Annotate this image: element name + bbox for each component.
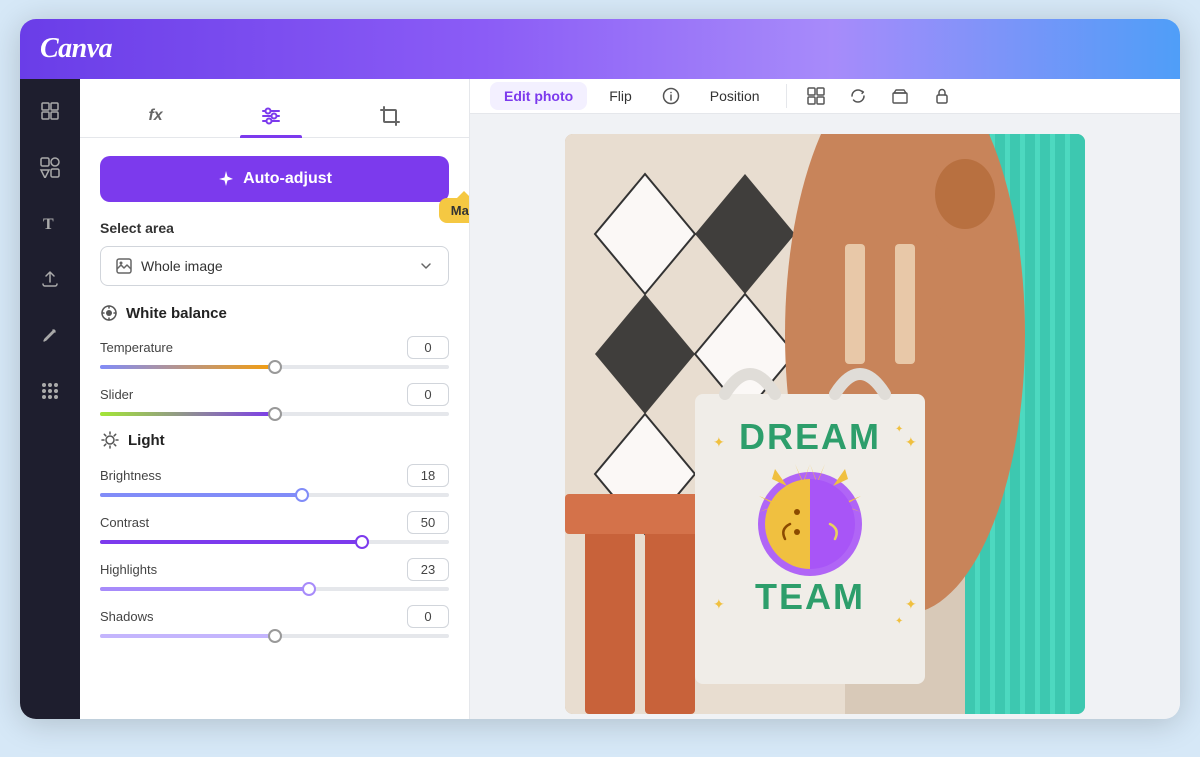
shadows-value: 0 <box>407 605 449 628</box>
temperature-track[interactable] <box>100 365 449 369</box>
lock-icon <box>933 87 951 105</box>
canva-logo: Canva <box>40 33 112 65</box>
contrast-label: Contrast <box>100 515 149 530</box>
brightness-thumb[interactable] <box>295 488 309 502</box>
svg-text:✦: ✦ <box>905 434 917 450</box>
light-section: Light Brightness 18 <box>100 430 449 638</box>
tint-label: Slider <box>100 387 133 402</box>
highlights-thumb[interactable] <box>302 582 316 596</box>
crop-tab[interactable] <box>359 95 421 137</box>
image-icon <box>115 257 133 275</box>
select-area-label: Select area <box>100 220 449 236</box>
edit-photo-button[interactable]: Edit photo <box>490 82 587 110</box>
highlights-track[interactable] <box>100 587 449 591</box>
sidebar-layout-icon[interactable] <box>32 93 68 129</box>
shadows-track[interactable] <box>100 634 449 638</box>
tint-fill <box>100 412 275 416</box>
temperature-value: 0 <box>407 336 449 359</box>
svg-text:T: T <box>43 216 54 233</box>
temperature-label: Temperature <box>100 340 173 355</box>
effects-tab[interactable]: fx <box>128 97 182 135</box>
slider-row: Slider 0 <box>100 383 449 416</box>
contrast-value: 50 <box>407 511 449 534</box>
position-button[interactable]: Position <box>696 82 774 110</box>
sidebar-apps-icon[interactable] <box>32 373 68 409</box>
grid-icon <box>807 87 825 105</box>
info-button[interactable] <box>654 79 688 113</box>
brightness-label: Brightness <box>100 468 161 483</box>
info-icon <box>662 87 680 105</box>
photo-canvas: DREAM ✦ ✦ ✦ TEAM ✦ ✦ ✦ <box>565 134 1085 714</box>
flip-button[interactable]: Flip <box>595 82 646 110</box>
style-icon <box>891 87 909 105</box>
brightness-slider-row: Brightness 18 <box>100 464 449 497</box>
grid-icon-button[interactable] <box>799 79 833 113</box>
highlights-slider-row: Highlights 23 <box>100 558 449 591</box>
sidebar-upload-icon[interactable] <box>32 261 68 297</box>
edit-panel: fx <box>80 79 470 719</box>
temperature-thumb[interactable] <box>268 360 282 374</box>
photo-container: DREAM ✦ ✦ ✦ TEAM ✦ ✦ ✦ <box>565 134 1085 714</box>
highlights-label: Highlights <box>100 562 157 577</box>
canvas-toolbar: Edit photo Flip Position <box>470 79 1180 114</box>
rotate-icon <box>849 87 867 105</box>
svg-text:DREAM: DREAM <box>739 416 881 457</box>
svg-text:TEAM: TEAM <box>755 576 865 617</box>
sidebar-elements-icon[interactable] <box>32 149 68 185</box>
rotate-button[interactable] <box>841 79 875 113</box>
brightness-fill <box>100 493 302 497</box>
sparkle-icon <box>217 170 235 188</box>
adjustments-tab[interactable] <box>240 95 302 137</box>
style-button[interactable] <box>883 79 917 113</box>
left-sidebar: T <box>20 79 80 719</box>
main-area: T <box>20 79 1180 719</box>
select-area-dropdown[interactable]: Whole image <box>100 246 449 286</box>
highlights-fill <box>100 587 309 591</box>
white-balance-heading: White balance <box>100 304 449 322</box>
auto-adjust-button[interactable]: Auto-adjust <box>100 156 449 202</box>
svg-text:✦: ✦ <box>713 434 725 450</box>
contrast-track[interactable] <box>100 540 449 544</box>
chevron-down-icon <box>418 258 434 274</box>
temperature-slider-row: Temperature 0 <box>100 336 449 369</box>
auto-adjust-wrapper: Auto-adjust Martina <box>100 156 449 202</box>
martina-tooltip: Martina <box>439 198 470 223</box>
brightness-value: 18 <box>407 464 449 487</box>
light-heading: Light <box>100 430 449 450</box>
white-balance-section: White balance Temperature 0 <box>100 304 449 416</box>
adjustments-icon <box>260 105 282 127</box>
shadows-label: Shadows <box>100 609 153 624</box>
svg-text:✦: ✦ <box>713 596 725 612</box>
white-balance-icon <box>100 304 118 322</box>
light-icon <box>100 430 120 450</box>
canvas-area: Edit photo Flip Position <box>470 79 1180 719</box>
highlights-value: 23 <box>407 558 449 581</box>
canvas-content: DREAM ✦ ✦ ✦ TEAM ✦ ✦ ✦ <box>470 114 1180 719</box>
crop-icon <box>379 105 401 127</box>
lock-button[interactable] <box>925 79 959 113</box>
contrast-thumb[interactable] <box>355 535 369 549</box>
shadows-fill <box>100 634 275 638</box>
brightness-track[interactable] <box>100 493 449 497</box>
sidebar-text-icon[interactable]: T <box>32 205 68 241</box>
svg-text:✦: ✦ <box>895 616 903 627</box>
panel-content: Auto-adjust Martina Select area <box>80 138 469 670</box>
panel-tabs: fx <box>80 79 469 138</box>
contrast-fill <box>100 540 362 544</box>
shadows-thumb[interactable] <box>268 629 282 643</box>
svg-text:✦: ✦ <box>905 596 917 612</box>
select-area-section: Select area Whole image <box>100 220 449 286</box>
tint-value: 0 <box>407 383 449 406</box>
tint-thumb[interactable] <box>268 407 282 421</box>
sidebar-draw-icon[interactable] <box>32 317 68 353</box>
shadows-slider-row: Shadows 0 <box>100 605 449 638</box>
svg-text:✦: ✦ <box>895 424 903 435</box>
toolbar-divider <box>786 84 787 108</box>
app-window: Canva <box>20 19 1180 719</box>
contrast-slider-row: Contrast 50 <box>100 511 449 544</box>
temperature-fill <box>100 365 275 369</box>
tint-track[interactable] <box>100 412 449 416</box>
top-header: Canva <box>20 19 1180 79</box>
